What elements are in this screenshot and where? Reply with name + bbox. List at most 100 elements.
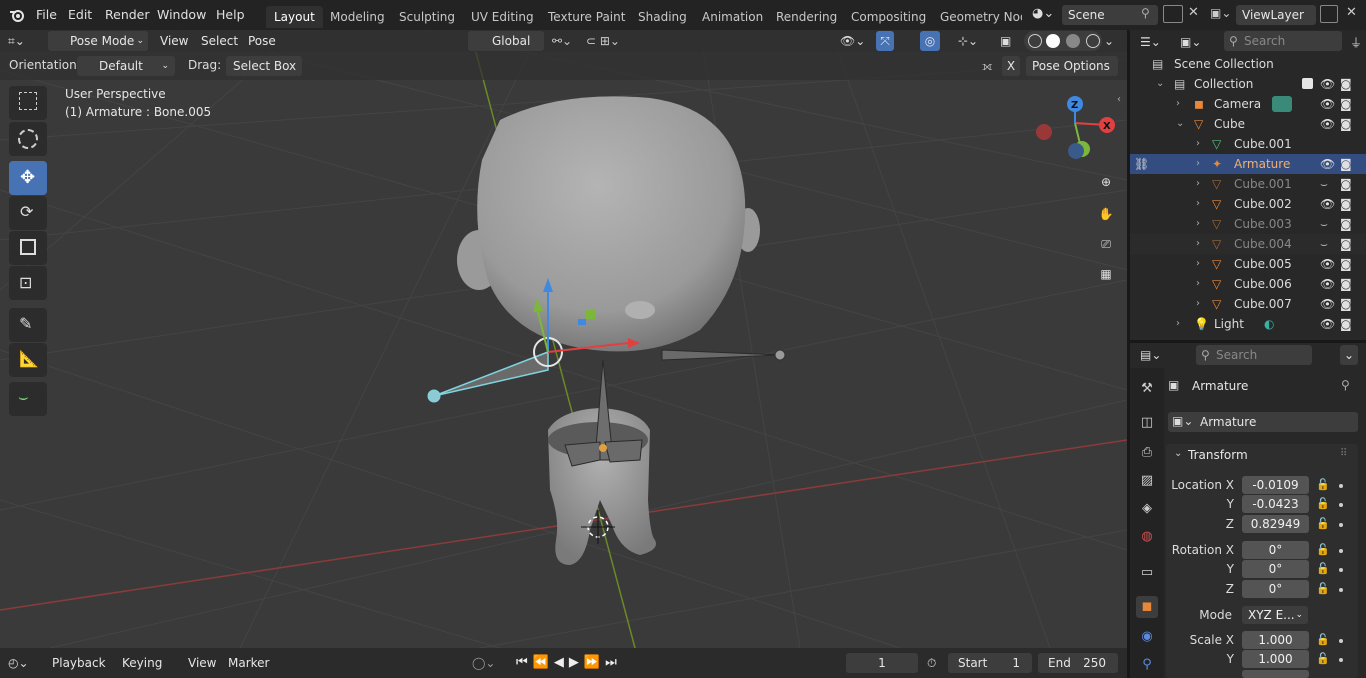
lock-icon[interactable]: 🔓 <box>1316 582 1330 596</box>
eye-icon[interactable]: 👁 <box>1320 74 1335 94</box>
physics-tab-icon[interactable]: ◉ <box>1136 626 1158 648</box>
eye-icon[interactable]: 👁 <box>1320 254 1335 274</box>
scale-y-field[interactable]: 1.000 <box>1242 650 1309 668</box>
new-scene-icon[interactable] <box>1163 5 1183 23</box>
end-frame-field[interactable]: End 250 <box>1038 653 1118 673</box>
outliner-editor-icon[interactable]: ☰⌄ <box>1140 32 1170 52</box>
properties-editor-icon[interactable]: ▤⌄ <box>1140 345 1170 365</box>
constraints-tab-icon[interactable]: ⚲ <box>1136 654 1158 676</box>
eye-icon[interactable]: 👁 <box>1320 194 1335 214</box>
display-mode-icon[interactable]: ▣⌄ <box>1180 32 1210 52</box>
collapse-chevron-icon[interactable]: ⌄ <box>1174 448 1182 459</box>
lock-icon[interactable]: 🔓 <box>1316 497 1330 511</box>
lock-icon[interactable]: 🔓 <box>1316 562 1330 576</box>
outliner-scene-collection[interactable]: ▤ Scene Collection <box>1130 54 1366 74</box>
pin-scene-icon[interactable]: ⚲ <box>1141 6 1150 20</box>
shading-options-icon[interactable]: ⌄ <box>1104 31 1118 51</box>
eye-icon[interactable]: 👁 <box>1320 294 1335 314</box>
menu-help[interactable]: Help <box>216 6 245 24</box>
eye-icon[interactable]: 👁 <box>1320 114 1335 134</box>
move-tool-button[interactable]: ✥ <box>9 161 47 195</box>
lock-icon[interactable]: 🔓 <box>1316 517 1330 531</box>
annotate-tool-button[interactable]: ✎ <box>9 308 47 342</box>
remove-scene-icon[interactable]: ✕ <box>1188 5 1199 20</box>
location-x-field[interactable]: -0.0109 <box>1242 476 1309 494</box>
eye-hidden-icon[interactable]: ⌣ <box>1320 174 1328 194</box>
tab-geometry-nodes[interactable]: Geometry Node <box>932 6 1022 28</box>
measure-tool-button[interactable]: 📐 <box>9 343 47 377</box>
pose-options-dropdown[interactable]: Pose Options <box>1026 56 1118 76</box>
auto-key-icon[interactable]: ◯⌄ <box>472 653 506 673</box>
area-divider[interactable] <box>1130 340 1366 343</box>
pan-hand-icon[interactable]: ✋ <box>1094 202 1118 226</box>
menu-keying[interactable]: Keying <box>122 653 162 673</box>
shading-modes[interactable] <box>1024 31 1102 51</box>
camera-render-icon[interactable]: ◙ <box>1340 314 1352 334</box>
collection-tab-icon[interactable]: ▭ <box>1136 562 1158 584</box>
eye-icon[interactable]: 👁 <box>1320 274 1335 294</box>
pin-icon[interactable]: ⚲ <box>1341 378 1350 392</box>
camera-render-icon[interactable]: ◙ <box>1340 254 1352 274</box>
remove-view-layer-icon[interactable]: ✕ <box>1346 5 1357 20</box>
mirror-x-toggle[interactable]: X <box>1002 56 1020 76</box>
snapping-icon[interactable]: ⊂ ⊞⌄ <box>586 31 638 51</box>
gizmo-toggle-icon[interactable]: ⤧ <box>876 31 894 51</box>
pose-mode-icon[interactable]: ⛓ <box>1134 154 1149 174</box>
scale-tool-button[interactable] <box>9 231 47 265</box>
xray-icon[interactable]: ⊹⌄ <box>958 31 992 51</box>
transform-tool-button[interactable]: ⊡ <box>9 266 47 300</box>
drag-handle-icon[interactable]: ⠿ <box>1340 448 1347 459</box>
outliner-row-cube-007[interactable]: › ▽ Cube.007 👁 ◙ <box>1130 294 1366 314</box>
armature-bones[interactable] <box>427 337 786 467</box>
camera-render-icon[interactable]: ◙ <box>1340 154 1352 174</box>
orientation-dropdown[interactable]: Default ⌄ <box>77 56 175 76</box>
tab-animation[interactable]: Animation <box>694 6 771 28</box>
lock-icon[interactable]: 🔓 <box>1316 652 1330 666</box>
outliner-row-cube-004[interactable]: › ▽ Cube.004 ⌣ ◙ <box>1130 234 1366 254</box>
keyframe-dot-icon[interactable] <box>1339 503 1343 507</box>
tool-tab-icon[interactable]: ⚒ <box>1136 378 1158 400</box>
eye-hidden-icon[interactable]: ⌣ <box>1320 234 1328 254</box>
rotation-y-field[interactable]: 0° <box>1242 560 1309 578</box>
menu-select[interactable]: Select <box>201 31 238 51</box>
rotate-tool-button[interactable]: ⟳ <box>9 196 47 230</box>
outliner-row-cube[interactable]: ⌄ ▽ Cube 👁 ◙ <box>1130 114 1366 134</box>
eye-icon[interactable]: 👁 <box>1320 94 1335 114</box>
outliner-row-armature[interactable]: ⛓ › ✦ Armature 👁 ◙ <box>1130 154 1366 174</box>
new-view-layer-icon[interactable] <box>1320 5 1338 23</box>
keyframe-dot-icon[interactable] <box>1339 658 1343 662</box>
overlay-toggle-icon[interactable]: ◎ <box>920 31 940 51</box>
menu-view[interactable]: View <box>160 31 188 51</box>
keyframe-dot-icon[interactable] <box>1339 484 1343 488</box>
solid-shading-icon[interactable] <box>1046 34 1060 48</box>
camera-render-icon[interactable]: ◙ <box>1340 74 1352 94</box>
scale-x-field[interactable]: 1.000 <box>1242 631 1309 649</box>
camera-data-icon[interactable] <box>1272 96 1292 112</box>
perspective-toggle-icon[interactable]: ▦ <box>1094 262 1118 286</box>
location-y-field[interactable]: -0.0423 <box>1242 495 1309 513</box>
rendered-shading-icon[interactable] <box>1086 34 1100 48</box>
menu-file[interactable]: File <box>36 6 57 24</box>
rotation-x-field[interactable]: 0° <box>1242 541 1309 559</box>
checkbox-icon[interactable] <box>1302 78 1313 89</box>
keyframe-dot-icon[interactable] <box>1339 568 1343 572</box>
material-shading-icon[interactable] <box>1066 34 1080 48</box>
camera-render-icon[interactable]: ◙ <box>1340 214 1352 234</box>
outliner-row-cube-006[interactable]: › ▽ Cube.006 👁 ◙ <box>1130 274 1366 294</box>
start-frame-field[interactable]: Start 1 <box>948 653 1032 673</box>
transform-panel-title[interactable]: Transform <box>1188 448 1248 462</box>
outliner-row-camera[interactable]: › ◼ Camera 👁 ◙ <box>1130 94 1366 114</box>
timeline-editor-icon[interactable]: ◴⌄ <box>8 653 42 673</box>
object-tab-icon[interactable]: ◼ <box>1136 596 1158 618</box>
tab-uv-editing[interactable]: UV Editing <box>463 6 542 28</box>
menu-edit[interactable]: Edit <box>68 6 92 24</box>
render-tab-icon[interactable]: ◫ <box>1136 412 1158 434</box>
tab-compositing[interactable]: Compositing <box>843 6 934 28</box>
camera-render-icon[interactable]: ◙ <box>1340 194 1352 214</box>
menu-marker[interactable]: Marker <box>228 653 269 673</box>
camera-view-icon[interactable]: ⎚ <box>1094 232 1118 256</box>
keyframe-dot-icon[interactable] <box>1339 639 1343 643</box>
scene-tab-icon[interactable]: ◈ <box>1136 498 1158 520</box>
view-layer-field[interactable]: ViewLayer <box>1236 5 1316 25</box>
tab-modeling[interactable]: Modeling <box>322 6 393 28</box>
